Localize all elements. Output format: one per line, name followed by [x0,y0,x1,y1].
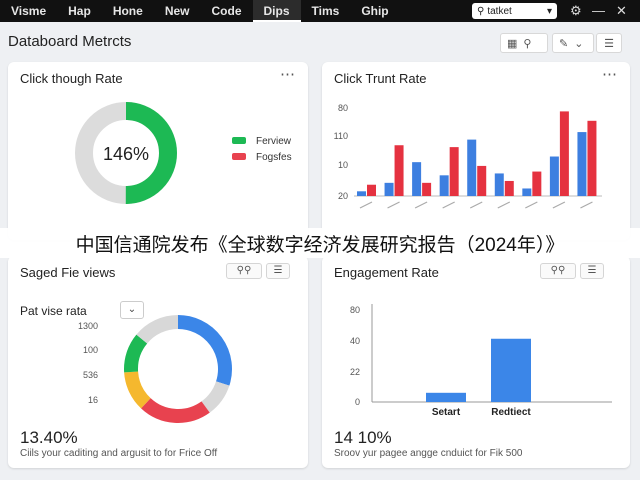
donut-center-label: 146% [103,144,149,164]
tab-new[interactable]: New [154,0,201,22]
bar [549,156,559,196]
bar [384,182,394,196]
legend-swatch-fogsfes [232,153,246,160]
bar [422,182,432,196]
edit-icon[interactable]: ✎ [559,37,568,50]
hamburger-icon: ☰ [604,37,614,50]
card-engagement-rate: Engagement Rate ⚲⚲ ☰ 80 40 22 0 Setart Redtie… [322,256,630,468]
y-tick-label: 110 [334,131,348,141]
nav-tabs: Visme Hap Hone New Code Dips Tims Ghip [0,0,400,22]
x-tick-mark [497,201,511,209]
calendar-icon[interactable]: ▦ [507,37,517,50]
search-icon[interactable]: ⚲ [523,37,531,50]
y-tick-label: 100 [83,345,98,355]
pie-slice [177,315,232,386]
bar [367,184,376,196]
menu-button[interactable]: ☰ [596,33,622,53]
bell-icon[interactable]: ⚙ [570,2,582,20]
bar [559,111,569,196]
x-tick-mark [525,201,538,209]
bar-chart-click-trunt: 80 110 10 20 [334,103,602,209]
x-tick-mark [359,201,373,209]
pie-slice [124,371,151,409]
metric-value: 14 10% [334,428,392,447]
pie-slice [141,397,210,423]
y-tick-label: 1300 [78,321,98,331]
bar [412,162,422,196]
page-title: Databoard Metrcts [8,33,132,50]
tab-hone[interactable]: Hone [102,0,154,22]
x-tick-mark [442,201,455,209]
search-label: tatket [487,5,512,17]
header-toolbar-right: ✎ ⌄ [552,33,594,53]
bar [439,175,449,196]
y-tick-label: 80 [338,103,348,113]
bar [522,188,532,196]
header-toolbar-left: ▦ ⚲ [500,33,548,53]
bar [532,171,542,196]
x-tick-mark [387,201,400,209]
bar [587,120,597,196]
tab-code[interactable]: Code [201,0,253,22]
chevron-down-icon: ▾ [546,5,552,17]
chevron-down-icon[interactable]: ⌄ [574,37,583,50]
x-tick-mark [580,201,593,209]
x-tick-mark [414,201,428,209]
bar [357,191,366,196]
search-icon: ⚲ [477,5,485,17]
y-tick-label: 10 [338,160,348,170]
y-tick-label: 80 [350,305,360,315]
bar [491,338,531,402]
card-saged-fie-views: Saged Fie views ⚲⚲ ☰ Pat vise rata ⌄ 130… [8,256,308,468]
bar [467,139,477,196]
metric-value: 13.40% [20,428,78,447]
legend-label-ferview: Ferview [256,136,292,147]
y-tick-label: 0 [355,397,360,407]
bar [494,173,504,196]
pie-slice [124,334,148,373]
x-tick-mark [552,201,566,209]
pie-slice [201,381,230,413]
minimize-icon[interactable]: — [592,2,605,20]
metric-caption: Sroov yur pagee angge cnduict for Fik 50… [334,448,523,459]
card-click-through-rate: Click though Rate ⋯ 146% Ferview Fogsfes [8,62,308,240]
tab-visme[interactable]: Visme [0,0,57,22]
bar [449,147,459,196]
y-tick-label: 16 [88,395,98,405]
donut-chart: 146% Ferview Fogsfes [75,102,292,204]
bar [504,180,514,196]
y-tick-label: 40 [350,336,360,346]
legend-label-fogsfes: Fogsfes [256,152,292,163]
card-click-trunt-rate: Click Trunt Rate ⋯ 80 110 10 20 [322,62,630,240]
metric-caption: Ciils your caditing and argusit to for F… [20,448,218,459]
x-category-label: Setart [432,407,461,418]
y-tick-label: 536 [83,370,98,380]
headline-banner: 中国信通院发布《全球数字经济发展研究报告（2024年）》 [0,228,640,258]
bar [577,132,587,196]
tab-ghip[interactable]: Ghip [350,0,399,22]
y-tick-label: 20 [338,191,348,201]
bar [394,145,404,196]
x-category-label: Redtiect [491,407,531,418]
pie-slice [136,315,179,344]
tab-hap[interactable]: Hap [57,0,102,22]
close-icon[interactable]: ✕ [616,2,627,20]
y-tick-label: 22 [350,367,360,377]
tab-tims[interactable]: Tims [301,0,351,22]
top-nav-bar: Visme Hap Hone New Code Dips Tims Ghip ⚲ tatket… [0,0,640,22]
bar [477,165,487,196]
bar [426,392,466,402]
search-box[interactable]: ⚲ tatket ▾ [472,3,557,19]
legend-swatch-ferview [232,137,246,144]
x-tick-mark [469,201,483,209]
tab-dips[interactable]: Dips [252,0,301,22]
